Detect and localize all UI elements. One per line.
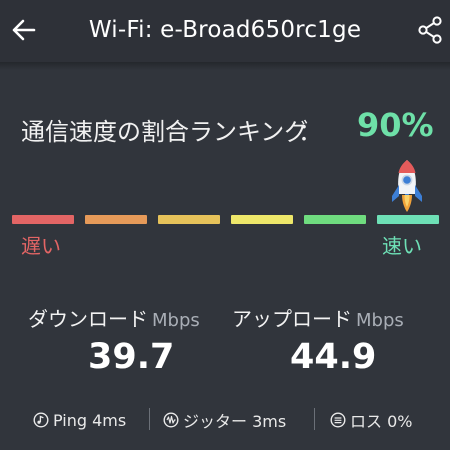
download-label-text: ダウンロード [28,307,148,331]
jitter-text: ジッター 3ms [183,412,287,431]
level-segment [304,215,366,224]
jitter-item: ジッター 3ms [163,406,286,434]
ping-item: Ping 4ms [33,406,126,434]
fast-label: 速い [382,234,422,258]
slow-label: 遅い [21,234,61,258]
page-title: Wi-Fi: e-Broad650rc1ge [88,17,362,43]
ranking-colon: ： [298,118,322,146]
ranking-value: 90% [357,106,434,144]
upload-unit: Mbps [356,310,404,331]
level-segment [231,215,293,224]
loss-text: ロス 0% [350,412,413,431]
loss-item: ロス 0% [330,406,412,434]
rocket-icon [392,160,422,212]
share-icon [418,16,442,44]
divider [149,408,150,430]
jitter-icon [163,412,179,428]
metrics-footer: Ping 4ms ジッター 3ms ロス 0% [0,406,450,434]
share-button[interactable] [412,12,448,48]
upload-label: アップロード Mbps [232,303,404,332]
loss-icon [330,412,346,428]
ping-text: Ping 4ms [53,410,127,430]
download-unit: Mbps [152,310,200,331]
ranking-label: 通信速度の割合ランキング [21,118,309,146]
download-label: ダウンロード Mbps [28,303,200,332]
level-segment [85,215,147,224]
download-value: 39.7 [88,337,175,377]
app-bar-shadow [0,62,450,70]
upload-value: 44.9 [290,337,377,377]
ping-icon [33,412,49,428]
level-segment [12,215,74,224]
divider [314,408,315,430]
level-segment [158,215,220,224]
level-segment [377,215,439,224]
upload-label-text: アップロード [232,307,352,331]
